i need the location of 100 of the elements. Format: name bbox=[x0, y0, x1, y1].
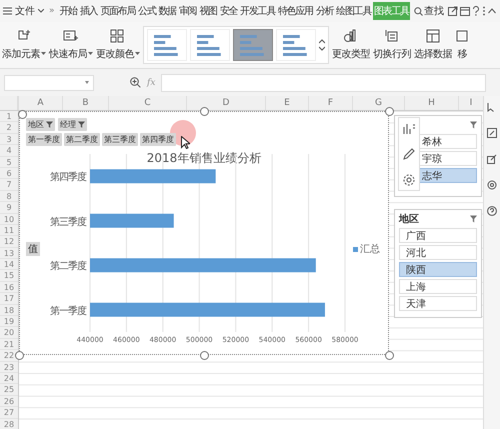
row-header[interactable]: 10 bbox=[0, 214, 18, 225]
field-button[interactable]: 第二季度 bbox=[64, 133, 100, 146]
row-header[interactable]: 21 bbox=[0, 338, 18, 350]
ribbon-tab[interactable]: 开始 bbox=[58, 2, 78, 20]
field-button[interactable]: 经理 bbox=[58, 118, 87, 131]
ribbon-button[interactable]: 更改类型 bbox=[332, 29, 370, 61]
row-header[interactable]: 1 bbox=[0, 111, 18, 122]
slicer-item[interactable]: 志华 bbox=[417, 168, 477, 183]
pen-icon[interactable] bbox=[402, 147, 416, 161]
filter-icon[interactable] bbox=[470, 121, 477, 129]
search-button[interactable]: 查找 bbox=[414, 4, 444, 18]
file-menu[interactable]: 文件 bbox=[3, 4, 44, 18]
row-header[interactable]: 17 bbox=[0, 293, 18, 305]
search-icon bbox=[414, 6, 423, 16]
ribbon-button[interactable]: 添加元素 bbox=[2, 29, 46, 61]
ribbon-tab[interactable]: 页面布局 bbox=[99, 2, 136, 20]
zoom-icon[interactable] bbox=[130, 77, 141, 88]
ribbon-tab[interactable]: 图表工具 bbox=[373, 2, 410, 20]
resize-handle[interactable] bbox=[385, 351, 394, 360]
row-header[interactable]: 18 bbox=[0, 304, 18, 316]
chart-title: 2018年销售业绩分析 bbox=[146, 150, 262, 167]
ribbon-tab[interactable]: 安全 bbox=[218, 2, 238, 20]
row-header[interactable]: 15 bbox=[0, 270, 18, 282]
edit-icon[interactable] bbox=[487, 128, 497, 138]
row-header[interactable]: 14 bbox=[0, 259, 18, 270]
help-icon[interactable] bbox=[472, 6, 480, 16]
settings-icon[interactable] bbox=[487, 180, 497, 190]
more-icon[interactable] bbox=[482, 6, 486, 16]
export-icon[interactable] bbox=[487, 154, 497, 164]
row-header[interactable]: 13 bbox=[0, 248, 18, 260]
window-icon[interactable] bbox=[460, 6, 470, 16]
field-button[interactable]: 第四季度 bbox=[140, 133, 176, 146]
field-button[interactable]: 第三季度 bbox=[102, 133, 138, 146]
category-label: 第二季度 bbox=[50, 260, 86, 274]
resize-handle[interactable] bbox=[200, 351, 209, 360]
ribbon-tab[interactable]: 审阅 bbox=[178, 2, 198, 20]
ribbon-tab[interactable]: 开发工具 bbox=[239, 2, 276, 20]
ribbon-tab[interactable]: 数据 bbox=[158, 2, 177, 20]
ribbon-tab[interactable]: 特色应用 bbox=[276, 2, 314, 20]
row-header[interactable]: 8 bbox=[0, 190, 18, 202]
row-header[interactable]: 2 bbox=[0, 122, 18, 134]
category-label: 第三季度 bbox=[50, 216, 86, 229]
slicer-item[interactable]: 广西 bbox=[399, 228, 477, 243]
share-icon[interactable] bbox=[448, 6, 458, 16]
row-header[interactable]: 11 bbox=[0, 224, 18, 236]
column-header[interactable]: H bbox=[404, 96, 458, 110]
row-header[interactable]: 23 bbox=[0, 362, 18, 373]
legend-label: 汇总 bbox=[360, 242, 380, 256]
caret-icon bbox=[38, 9, 44, 13]
ribbon-button[interactable]: 更改颜色 bbox=[96, 29, 140, 61]
ribbon-button[interactable]: 快速布局 bbox=[49, 29, 93, 61]
row-header[interactable]: 9 bbox=[0, 202, 18, 214]
ribbon-tab[interactable]: 绘图工具 bbox=[335, 2, 372, 20]
square-icon bbox=[455, 29, 469, 43]
slicer-item[interactable]: 上海 bbox=[399, 279, 477, 294]
chart-elements-icon[interactable] bbox=[402, 121, 416, 135]
row-header[interactable]: 20 bbox=[0, 327, 18, 339]
row-header[interactable]: 16 bbox=[0, 282, 18, 294]
field-button[interactable]: 第一季度 bbox=[26, 133, 62, 146]
column-header[interactable]: C bbox=[108, 96, 186, 110]
more-tabs[interactable]: » bbox=[49, 6, 55, 16]
ribbon-tab[interactable]: 视图 bbox=[198, 2, 218, 20]
ribbon-button[interactable]: 选择数据 bbox=[414, 29, 452, 61]
ribbon-button[interactable]: 切换行列 bbox=[373, 29, 411, 61]
column-header[interactable]: B bbox=[62, 96, 108, 110]
switch-rows-icon bbox=[385, 29, 399, 43]
row-header[interactable]: 12 bbox=[0, 236, 18, 248]
field-button[interactable]: 值 bbox=[26, 242, 40, 256]
row-header[interactable]: 6 bbox=[0, 168, 18, 180]
field-button[interactable]: 地区 bbox=[26, 118, 55, 131]
row-header[interactable]: 5 bbox=[0, 156, 18, 168]
row-header[interactable]: 7 bbox=[0, 179, 18, 191]
slicer-item[interactable]: 陕西 bbox=[399, 262, 477, 277]
row-header[interactable]: 25 bbox=[0, 384, 18, 396]
row-header[interactable]: 26 bbox=[0, 396, 18, 408]
ribbon-button[interactable]: 移 bbox=[455, 29, 469, 61]
formula-field[interactable] bbox=[161, 74, 486, 92]
column-header[interactable]: F bbox=[308, 96, 352, 110]
gear-icon[interactable] bbox=[402, 173, 416, 187]
ribbon-tab[interactable]: 插入 bbox=[78, 2, 98, 20]
row-header[interactable]: 28 bbox=[0, 418, 18, 429]
row-header[interactable]: 19 bbox=[0, 316, 18, 328]
chart-style-thumbnail[interactable] bbox=[233, 29, 273, 61]
row-header[interactable]: 4 bbox=[0, 145, 18, 157]
dropdown-icon[interactable] bbox=[85, 81, 89, 84]
slicer-item[interactable]: 河北 bbox=[399, 245, 477, 260]
function-label[interactable]: fx bbox=[147, 78, 156, 88]
filter-icon[interactable] bbox=[470, 215, 477, 223]
slicer-item[interactable]: 天津 bbox=[399, 296, 477, 311]
collapse-icon[interactable] bbox=[488, 8, 496, 14]
row-header[interactable]: 24 bbox=[0, 372, 18, 384]
row-header[interactable]: 3 bbox=[0, 134, 18, 146]
filter-icon bbox=[78, 121, 85, 128]
filter-icon bbox=[46, 121, 53, 128]
ribbon-tab[interactable]: 分析 bbox=[314, 2, 334, 20]
row-header[interactable]: 27 bbox=[0, 407, 18, 419]
column-header[interactable]: E bbox=[265, 96, 308, 110]
ribbon-tab[interactable]: 公式 bbox=[137, 2, 157, 20]
column-header[interactable]: A bbox=[18, 96, 62, 110]
help-icon[interactable] bbox=[487, 206, 497, 216]
